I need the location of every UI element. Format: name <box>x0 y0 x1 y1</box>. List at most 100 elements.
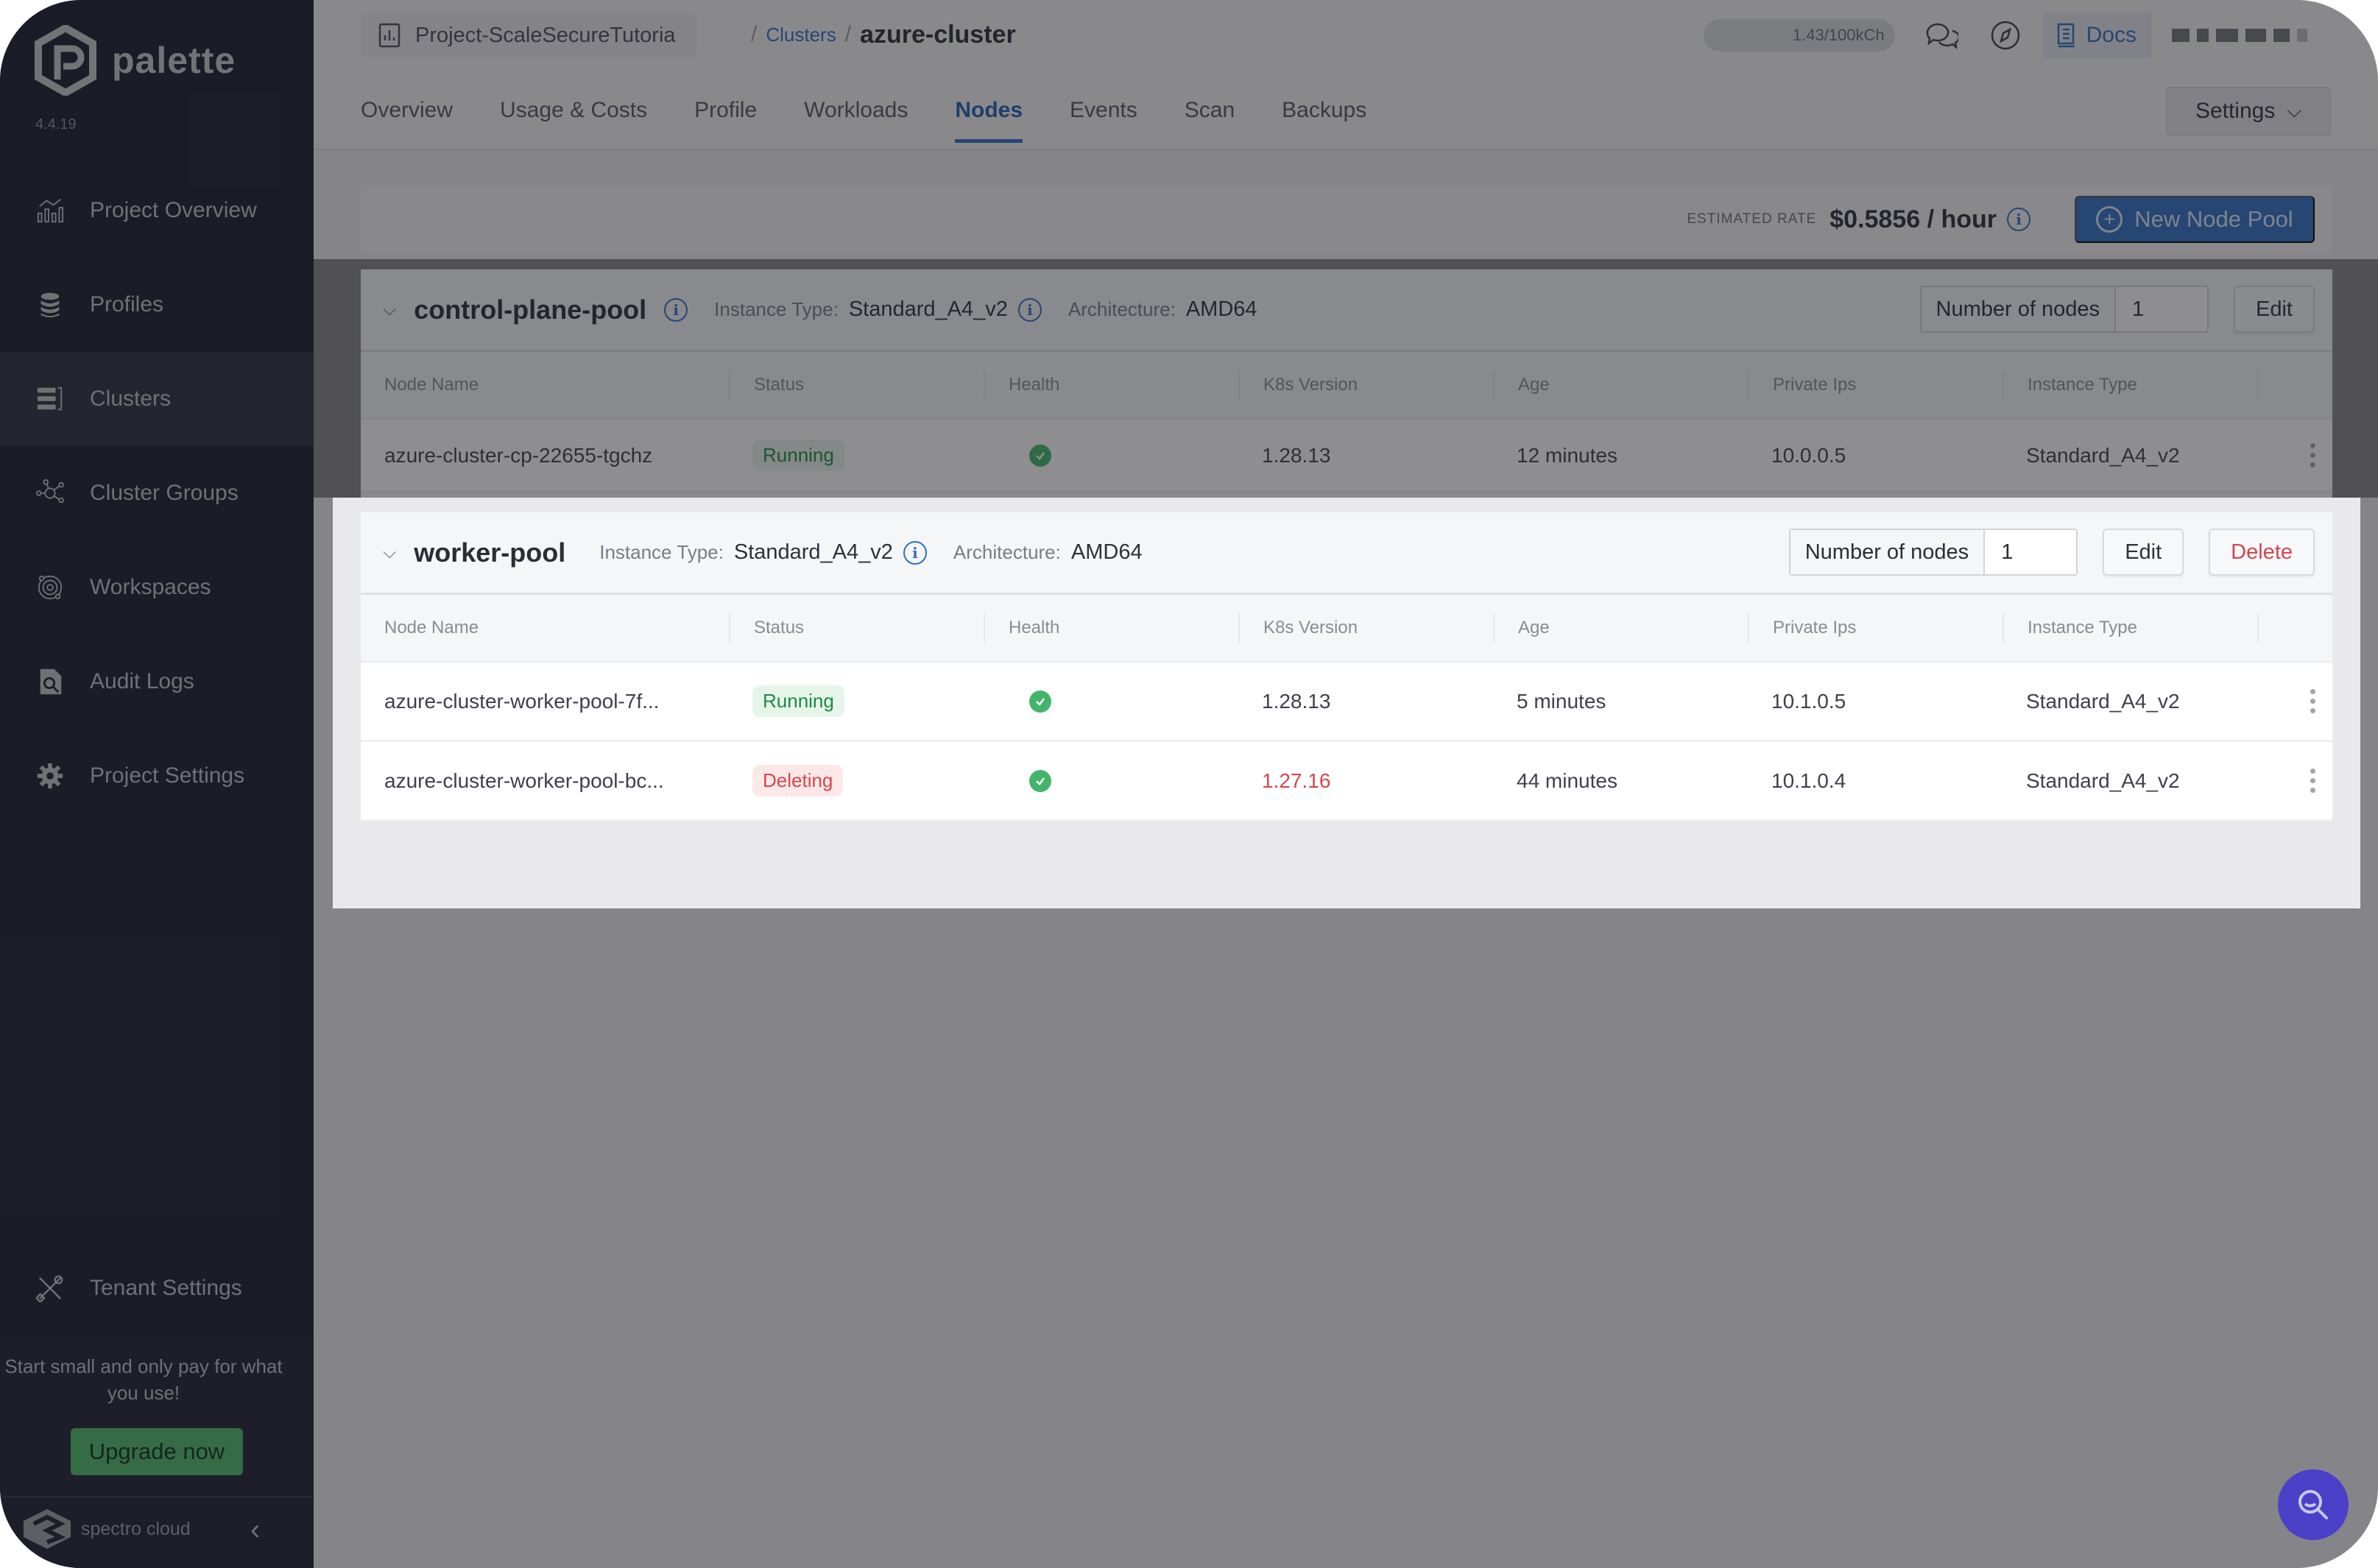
info-icon[interactable]: i <box>903 540 927 565</box>
pool-actions: Number of nodes Edit <box>1919 286 2315 333</box>
health-check-icon <box>1029 444 1051 467</box>
column-header[interactable]: Age <box>1493 613 1748 643</box>
collapse-sidebar-chevron-left-icon[interactable]: ‹ <box>250 1515 272 1544</box>
table-header: Node Name Status Health K8s Version Age … <box>361 595 2332 663</box>
column-header[interactable]: Status <box>729 370 984 400</box>
estimated-rate-bar: ESTIMATED RATE $0.5856 / hour i + New No… <box>361 186 2332 253</box>
more-actions-kebab-icon[interactable] <box>2293 769 2332 793</box>
node-name[interactable]: azure-cluster-cp-22655-tgchz <box>361 444 729 467</box>
book-icon <box>2057 23 2075 48</box>
app-window: palette 4.4.19 Project Overview Profiles <box>0 0 2378 1568</box>
node-count-field: Number of nodes <box>1788 529 2078 576</box>
server-rack-icon <box>35 384 65 414</box>
tab-overview[interactable]: Overview <box>361 81 453 140</box>
upgrade-now-button[interactable]: Upgrade now <box>71 1428 243 1475</box>
settings-dropdown-button[interactable]: Settings ⌵ <box>2166 87 2331 135</box>
sidebar-item-label: Project Settings <box>90 763 245 788</box>
sidebar-item-profiles[interactable]: Profiles <box>0 258 314 352</box>
tab-scan[interactable]: Scan <box>1185 81 1235 140</box>
column-header[interactable]: Node Name <box>361 370 729 400</box>
plus-circle-icon: + <box>2096 206 2123 233</box>
column-header[interactable]: Age <box>1493 370 1748 400</box>
more-actions-kebab-icon[interactable] <box>2293 689 2332 713</box>
user-menu-blurred[interactable] <box>2172 24 2334 46</box>
info-icon[interactable]: i <box>2007 208 2031 231</box>
k8s-version: 1.27.16 <box>1262 769 1331 792</box>
architecture-value: AMD64 <box>1185 297 1257 321</box>
node-count-label: Number of nodes <box>1790 530 1986 574</box>
column-header[interactable]: K8s Version <box>1238 370 1493 400</box>
table-header: Node Name Status Health K8s Version Age … <box>361 352 2332 420</box>
instance-type-label: Instance Type: <box>714 298 839 320</box>
collapse-chevron-down-icon[interactable]: ⌵ <box>383 543 396 563</box>
instance-type: Standard_A4_v2 <box>2026 443 2180 467</box>
sidebar-item-tenant-settings[interactable]: Tenant Settings <box>0 1241 314 1335</box>
sidebar-item-project-overview[interactable]: Project Overview <box>0 163 314 258</box>
column-header[interactable]: Private Ips <box>1748 613 2003 643</box>
tab-events[interactable]: Events <box>1070 81 1137 140</box>
node-name[interactable]: azure-cluster-worker-pool-7f... <box>361 690 729 713</box>
column-header[interactable]: Instance Type <box>2003 613 2257 643</box>
spectro-cloud-brand: spectro cloud <box>24 1509 191 1549</box>
docs-button[interactable]: Docs <box>2042 13 2151 58</box>
sidebar-item-cluster-groups[interactable]: Cluster Groups <box>0 446 314 540</box>
tab-usage-costs[interactable]: Usage & Costs <box>500 81 647 140</box>
page-title: azure-cluster <box>860 20 1016 49</box>
node-count-input[interactable] <box>2116 287 2208 331</box>
node-count-field: Number of nodes <box>1919 286 2209 333</box>
delete-pool-button[interactable]: Delete <box>2209 529 2315 576</box>
breadcrumb-clusters-link[interactable]: Clusters <box>766 24 836 46</box>
project-chart-icon <box>378 23 401 48</box>
info-icon[interactable]: i <box>664 297 688 322</box>
tab-nodes[interactable]: Nodes <box>955 81 1023 143</box>
column-header[interactable]: Instance Type <box>2003 370 2257 400</box>
help-search-button[interactable] <box>2278 1469 2349 1540</box>
instance-type-label: Instance Type: <box>599 541 724 563</box>
credits-usage-badge[interactable]: 1.43/100kCh <box>1703 19 1895 52</box>
node-pool-worker: ⌵ worker-pool Instance Type: Standard_A4… <box>361 512 2332 822</box>
estimated-rate-label: ESTIMATED RATE <box>1687 211 1817 227</box>
column-header[interactable]: K8s Version <box>1238 613 1493 643</box>
table-row[interactable]: azure-cluster-cp-22655-tgchz Running 1.2… <box>361 420 2332 493</box>
project-selector[interactable]: Project-ScaleSecureTutoria <box>361 13 696 57</box>
pool-actions: Number of nodes Edit Delete <box>1788 529 2315 576</box>
column-header[interactable]: Health <box>984 370 1238 400</box>
tab-workloads[interactable]: Workloads <box>804 81 908 140</box>
architecture-label: Architecture: <box>953 541 1061 563</box>
network-nodes-icon <box>35 478 65 508</box>
table-row[interactable]: azure-cluster-worker-pool-7f... Running … <box>361 663 2332 742</box>
chat-bubbles-icon[interactable] <box>1922 16 1960 54</box>
sidebar-nav: Project Overview Profiles Clusters Clust… <box>0 163 314 823</box>
collapse-chevron-down-icon[interactable]: ⌵ <box>383 300 396 320</box>
architecture-label: Architecture: <box>1068 298 1176 320</box>
node-name[interactable]: azure-cluster-worker-pool-bc... <box>361 769 729 793</box>
promo-text: Start small and only pay for what you us… <box>4 1355 283 1404</box>
info-icon[interactable]: i <box>1017 297 1042 322</box>
health-check-icon <box>1029 769 1051 792</box>
status-badge: Deleting <box>752 765 844 797</box>
compass-icon[interactable] <box>1986 16 2025 54</box>
column-header[interactable]: Status <box>729 613 984 643</box>
node-count-input[interactable] <box>1985 530 2077 574</box>
edit-pool-button[interactable]: Edit <box>2103 529 2184 576</box>
tab-profile[interactable]: Profile <box>694 81 757 140</box>
sidebar-item-audit-logs[interactable]: Audit Logs <box>0 635 314 729</box>
new-node-pool-button[interactable]: + New Node Pool <box>2075 196 2315 243</box>
more-actions-kebab-icon[interactable] <box>2293 443 2332 467</box>
brand-logo[interactable]: palette <box>34 25 236 96</box>
column-header[interactable]: Private Ips <box>1748 370 2003 400</box>
sidebar-item-workspaces[interactable]: Workspaces <box>0 540 314 635</box>
column-header[interactable]: Node Name <box>361 613 729 643</box>
health-check-icon <box>1029 690 1051 713</box>
footer-brand-text: spectro cloud <box>81 1518 191 1539</box>
sidebar-item-project-settings[interactable]: Project Settings <box>0 729 314 823</box>
sidebar-item-clusters[interactable]: Clusters <box>0 352 314 446</box>
edit-pool-button[interactable]: Edit <box>2234 286 2315 333</box>
tab-backups[interactable]: Backups <box>1282 81 1366 140</box>
chevron-down-icon: ⌵ <box>2287 99 2302 121</box>
table-row[interactable]: azure-cluster-worker-pool-bc... Deleting… <box>361 742 2332 822</box>
column-header-actions <box>2257 613 2332 643</box>
sidebar: palette 4.4.19 Project Overview Profiles <box>0 0 314 1568</box>
pool-name: worker-pool <box>414 537 566 568</box>
column-header[interactable]: Health <box>984 613 1238 643</box>
